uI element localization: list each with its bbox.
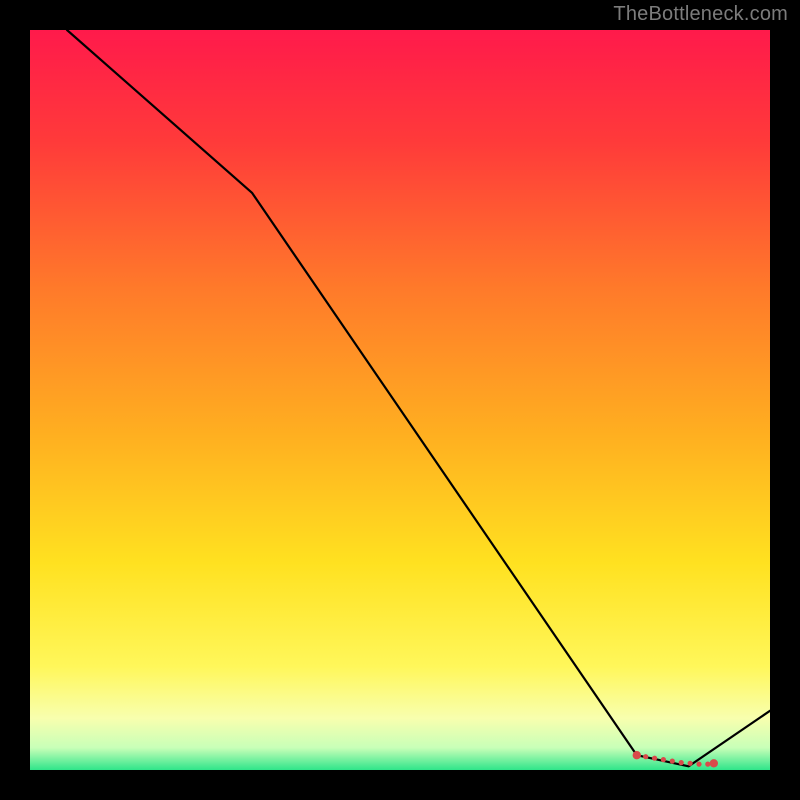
- marker-dot: [705, 762, 710, 767]
- marker-dot: [679, 760, 684, 765]
- plot-area: [30, 30, 770, 770]
- marker-dot: [633, 751, 641, 759]
- marker-dot: [643, 754, 648, 759]
- chart-svg: [30, 30, 770, 770]
- marker-dot: [670, 759, 675, 764]
- watermark-text: TheBottleneck.com: [613, 3, 788, 26]
- chart-frame: TheBottleneck.com: [0, 0, 800, 800]
- marker-dot: [710, 759, 718, 767]
- marker-dot: [688, 761, 693, 766]
- heat-gradient-background: [30, 30, 770, 770]
- marker-dot: [652, 756, 657, 761]
- marker-dot: [696, 762, 701, 767]
- marker-dot: [661, 757, 666, 762]
